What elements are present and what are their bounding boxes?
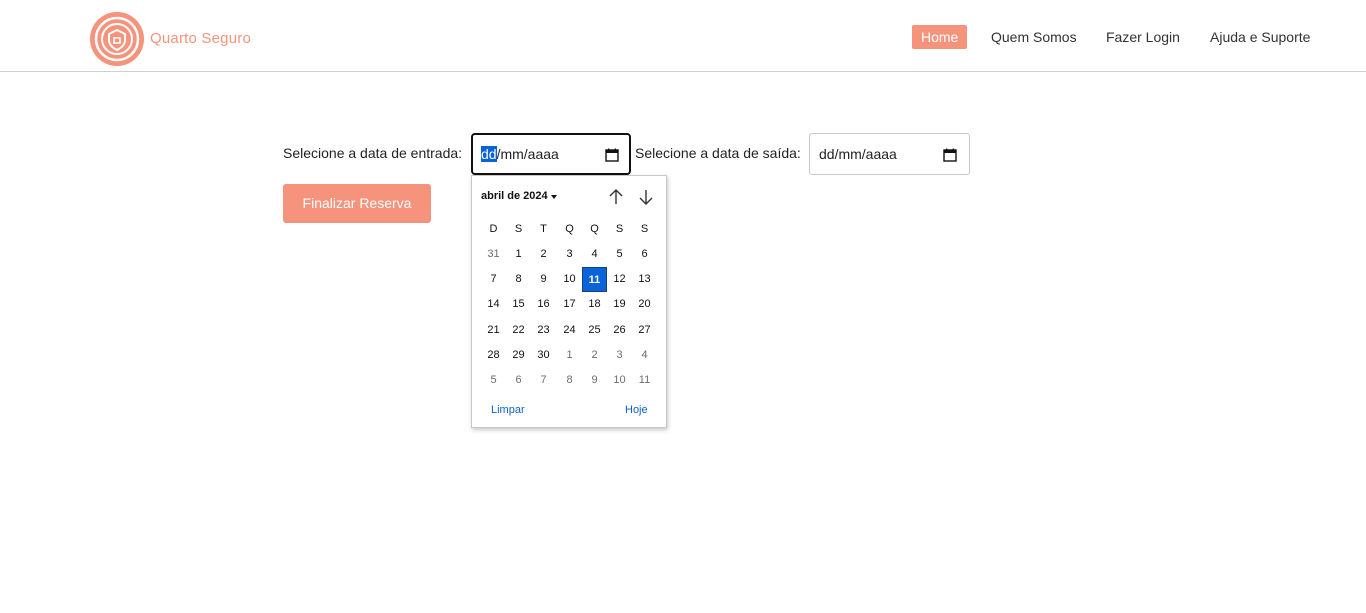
calendar-day[interactable]: 23	[531, 318, 556, 343]
calendar-day[interactable]: 11	[632, 368, 657, 393]
calendar-day[interactable]: 2	[531, 242, 556, 267]
calendar-day[interactable]: 8	[557, 368, 582, 393]
calendar-day[interactable]: 25	[582, 318, 607, 343]
calendar-day[interactable]: 15	[506, 292, 531, 317]
entry-date-label: Selecione a data de entrada:	[283, 145, 463, 161]
calendar-day[interactable]: 30	[531, 343, 556, 368]
calendar-day[interactable]: 24	[557, 318, 582, 343]
calendar-day[interactable]: 7	[531, 368, 556, 393]
calendar-day[interactable]: 17	[557, 292, 582, 317]
caret-down-icon[interactable]	[551, 195, 557, 199]
calendar-day[interactable]: 13	[632, 267, 657, 292]
nav-home[interactable]: Home	[912, 25, 968, 49]
navbar: Quarto Seguro Home Quem Somos Fazer Logi…	[0, 0, 1366, 72]
weekday-label: Q	[590, 223, 599, 235]
calendar-day[interactable]: 7	[481, 267, 506, 292]
brand-name[interactable]: Quarto Seguro	[150, 30, 251, 47]
calendar-day[interactable]: 28	[481, 343, 506, 368]
calendar-day[interactable]: 26	[607, 318, 632, 343]
calendar-day[interactable]: 6	[632, 242, 657, 267]
arrow-up-icon[interactable]	[607, 188, 625, 206]
weekday-label: T	[540, 223, 547, 235]
month-year-select[interactable]: abril de 2024	[481, 190, 548, 202]
calendar-day[interactable]: 18	[582, 292, 607, 317]
calendar-day[interactable]: 6	[506, 368, 531, 393]
weekday-label: D	[489, 223, 498, 235]
today-button[interactable]: Hoje	[625, 404, 648, 416]
calendar-day[interactable]: 19	[607, 292, 632, 317]
calendar-day[interactable]: 12	[607, 267, 632, 292]
calendar-day[interactable]: 21	[481, 318, 506, 343]
weekday-label: S	[514, 223, 523, 235]
calendar-icon[interactable]	[605, 148, 619, 162]
calendar-day[interactable]: 5	[607, 242, 632, 267]
calendar-day[interactable]: 20	[632, 292, 657, 317]
calendar-day[interactable]: 31	[481, 242, 506, 267]
weekday-label: Q	[565, 223, 574, 235]
nav-fazer-login[interactable]: Fazer Login	[1106, 25, 1180, 49]
arrow-down-icon[interactable]	[637, 188, 655, 206]
weekday-label: S	[640, 223, 649, 235]
weekday-label: S	[615, 223, 624, 235]
calendar-day[interactable]: 2	[582, 343, 607, 368]
calendar-day[interactable]: 27	[632, 318, 657, 343]
calendar-day[interactable]: 29	[506, 343, 531, 368]
exit-date-input[interactable]: dd/mm/aaaa	[809, 133, 970, 175]
calendar-day[interactable]: 9	[531, 267, 556, 292]
entry-date-day-segment[interactable]: dd	[481, 146, 497, 162]
calendar-day[interactable]: 8	[506, 267, 531, 292]
nav-quem-somos[interactable]: Quem Somos	[991, 25, 1077, 49]
logo[interactable]	[90, 12, 144, 66]
calendar-day[interactable]: 5	[481, 368, 506, 393]
nav-ajuda-suporte[interactable]: Ajuda e Suporte	[1210, 25, 1310, 49]
calendar-day[interactable]: 22	[506, 318, 531, 343]
logo-icon	[94, 16, 140, 62]
calendar-day[interactable]: 3	[557, 242, 582, 267]
entry-date-input[interactable]: dd/mm/aaaa	[471, 133, 631, 175]
calendar-day[interactable]: 9	[582, 368, 607, 393]
calendar-day[interactable]: 11	[582, 267, 607, 292]
calendar-day[interactable]: 10	[557, 267, 582, 292]
calendar-day[interactable]: 16	[531, 292, 556, 317]
calendar-day[interactable]: 1	[557, 343, 582, 368]
calendar-day[interactable]: 14	[481, 292, 506, 317]
date-picker-popup: abril de 2024 DSTQQSS 31 1 2 3 4 5 6 7 8 9 10 11 12 1…	[471, 175, 667, 428]
entry-date-rest-segment[interactable]: /mm/aaaa	[497, 146, 559, 162]
calendar-icon[interactable]	[943, 148, 957, 162]
exit-date-value: dd/mm/aaaa	[819, 146, 897, 162]
calendar-day[interactable]: 3	[607, 343, 632, 368]
clear-button[interactable]: Limpar	[491, 404, 525, 416]
calendar-day[interactable]: 10	[607, 368, 632, 393]
exit-date-label: Selecione a data de saída:	[635, 145, 801, 161]
calendar-day[interactable]: 1	[506, 242, 531, 267]
calendar-day[interactable]: 4	[632, 343, 657, 368]
entry-date-value: dd/mm/aaaa	[481, 146, 559, 162]
calendar-day[interactable]: 4	[582, 242, 607, 267]
finalize-reservation-button[interactable]: Finalizar Reserva	[283, 184, 431, 223]
